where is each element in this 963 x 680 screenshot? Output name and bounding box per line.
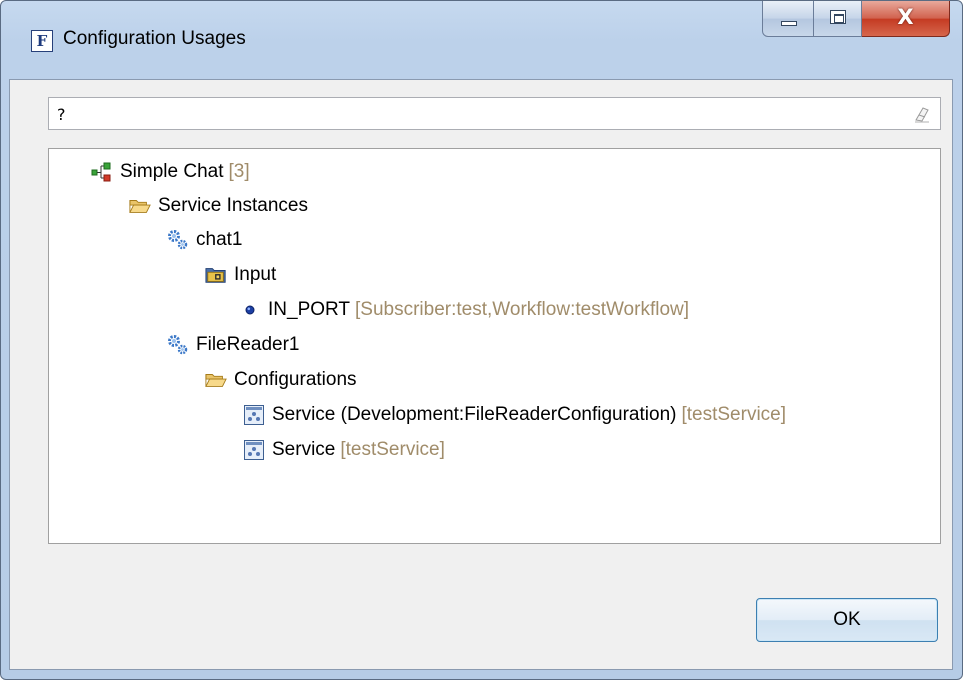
tree-node-label: FileReader1 xyxy=(196,334,300,355)
tree-node-service-instances[interactable]: Service Instances xyxy=(129,191,308,221)
tree-node-label: Configurations xyxy=(234,369,357,390)
window-title: Configuration Usages xyxy=(63,28,246,49)
tree-node-service[interactable]: Service [testService] xyxy=(243,435,445,465)
folder-open-icon xyxy=(205,369,227,391)
filter-input[interactable] xyxy=(57,102,897,126)
tree-node-service-dev[interactable]: Service (Development:FileReaderConfigura… xyxy=(243,400,786,430)
app-icon: F xyxy=(31,30,53,52)
caption-buttons: X xyxy=(762,1,950,39)
close-icon: X xyxy=(897,5,914,29)
gears-icon xyxy=(167,334,189,356)
ok-button[interactable]: OK xyxy=(756,598,938,642)
eraser-icon[interactable] xyxy=(914,105,930,123)
folder-open-icon xyxy=(129,195,151,217)
title-bar[interactable]: F Configuration Usages X xyxy=(1,1,962,79)
port-dot-icon xyxy=(239,299,261,321)
model-icon xyxy=(91,161,113,183)
usages-tree[interactable]: Simple Chat [3] Service Instances chat1 … xyxy=(48,148,941,544)
tree-node-label: IN_PORT xyxy=(268,299,351,320)
maximize-button[interactable] xyxy=(814,1,862,37)
minimize-button[interactable] xyxy=(762,1,814,37)
tree-node-decoration: [testService] xyxy=(681,404,787,425)
filter-field[interactable] xyxy=(48,97,941,130)
tree-node-input[interactable]: Input xyxy=(205,260,276,290)
tree-node-decoration: [testService] xyxy=(340,439,445,460)
tree-node-label: Input xyxy=(234,264,277,285)
tree-node-chat1[interactable]: chat1 xyxy=(167,225,242,255)
gears-icon xyxy=(167,229,189,251)
tree-node-decoration: [3] xyxy=(228,161,250,182)
dialog-window: F Configuration Usages X ? Simple Chat [… xyxy=(0,0,963,680)
tree-node-filereader1[interactable]: FileReader1 xyxy=(167,330,300,360)
minimize-icon xyxy=(781,21,797,26)
tree-node-label: Service (Development:FileReaderConfigura… xyxy=(272,404,677,425)
service-config-icon xyxy=(243,439,265,461)
tree-node-label: chat1 xyxy=(196,229,243,250)
service-config-icon xyxy=(243,404,265,426)
tree-node-in-port[interactable]: IN_PORT [Subscriber:test,Workflow:testWo… xyxy=(239,295,689,325)
tree-node-label: Service xyxy=(272,439,336,460)
tree-node-label: Service Instances xyxy=(158,195,308,216)
maximize-icon xyxy=(830,10,846,24)
tree-node-label: Simple Chat xyxy=(120,161,224,182)
input-folder-icon xyxy=(205,264,227,286)
close-button[interactable]: X xyxy=(862,1,950,37)
tree-node-decoration: [Subscriber:test,Workflow:testWorkflow] xyxy=(355,299,690,320)
tree-node-configurations[interactable]: Configurations xyxy=(205,365,357,395)
dialog-content: Simple Chat [3] Service Instances xyxy=(9,79,953,670)
tree-node-simple-chat[interactable]: Simple Chat [3] xyxy=(91,157,250,187)
